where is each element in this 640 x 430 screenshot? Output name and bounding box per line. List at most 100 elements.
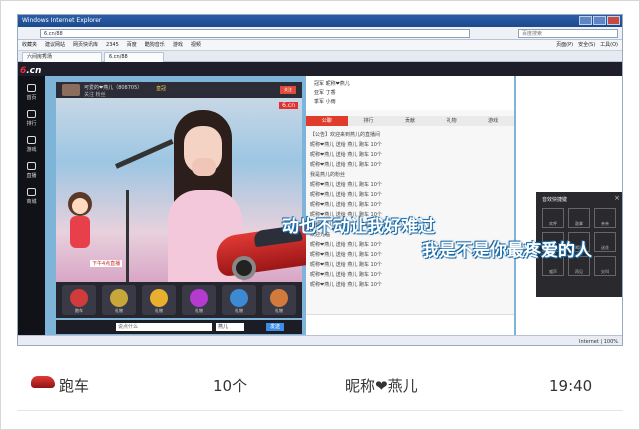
tab-rank[interactable]: 排行 — [348, 116, 390, 126]
record-item: 跑车 — [59, 377, 90, 395]
gift-item[interactable]: 礼物 — [142, 285, 176, 315]
rank-item[interactable]: 亚军 丁香 — [314, 89, 336, 97]
schedule-flag: 下午4点直播 — [90, 260, 123, 267]
follow-button[interactable]: 关注 — [280, 86, 296, 94]
effect-cell[interactable]: 鼓掌 — [568, 208, 590, 228]
chat-message: 昵称❤燕儿 送给 燕儿 跑车 10个 — [310, 262, 382, 268]
chat-message: 昵称❤燕儿 送给 燕儿 跑车 10个 — [310, 282, 382, 288]
record-nickname: 昵称❤燕儿 — [345, 377, 418, 395]
chat-message: 昵称❤燕儿 送给 燕儿 跑车 10个 — [310, 182, 382, 188]
web-page: 6.cn 首页 排行 游戏 直播 商城 可爱的❤燕儿（808705） 关注 粉丝… — [18, 62, 622, 345]
tab-contrib[interactable]: 贡献 — [389, 116, 431, 126]
gift-record-row: 跑车 10个 昵称❤燕儿 19:40 — [17, 366, 623, 406]
chat-message: 【公告】欢迎来到燕儿的直播间 — [310, 132, 381, 138]
chat-message: 昵称❤燕儿 送给 燕儿 跑车 10个 — [310, 192, 382, 198]
browser-screenshot: Windows Internet Explorer 6.cn/88 百度搜索 收… — [17, 14, 623, 346]
fav-item[interactable]: 2345 — [106, 40, 119, 50]
gift-icon — [110, 289, 128, 307]
nav-game[interactable]: 游戏 — [20, 134, 43, 156]
panel-title: 音效快捷键 — [542, 197, 568, 203]
chat-message: 昵称❤燕儿 送给 燕儿 跑车 10个 — [310, 142, 382, 148]
minimize-button[interactable] — [579, 16, 592, 25]
gift-item[interactable]: 礼物 — [222, 285, 256, 315]
fav-item[interactable]: 收藏夹 — [22, 40, 37, 50]
tab-2[interactable]: 6.cn/88 — [104, 52, 164, 62]
browser-statusbar: Internet | 100% — [18, 335, 622, 345]
gift-icon — [230, 289, 248, 307]
favorites-bar: 收藏夹 建议网站 网页快讯库 2345 百度 酷狗音乐 游戏 视频 页面(P) … — [18, 40, 622, 51]
safety-menu[interactable]: 安全(S) — [578, 40, 595, 50]
tab-1[interactable]: 六间房秀场 — [22, 52, 102, 62]
fav-item[interactable]: 游戏 — [173, 40, 183, 50]
shop-icon — [27, 188, 36, 196]
effect-cell[interactable]: 亲亲 — [594, 208, 616, 228]
gift-message-input[interactable]: 说点什么 — [116, 323, 212, 331]
game-icon — [27, 136, 36, 144]
record-count: 10个 — [213, 377, 248, 395]
record-time: 19:40 — [549, 377, 593, 395]
nav-home[interactable]: 首页 — [20, 82, 43, 104]
send-gift-button[interactable]: 发送 — [266, 323, 284, 331]
window-titlebar: Windows Internet Explorer — [18, 15, 622, 27]
window-title: Windows Internet Explorer — [22, 17, 102, 24]
tab-public[interactable]: 公聊 — [306, 116, 348, 126]
host-sub: 关注 粉丝 — [84, 92, 106, 98]
host-name: 可爱的❤燕儿（808705） — [84, 85, 143, 91]
site-logo[interactable]: 6.cn — [20, 66, 41, 76]
search-input[interactable]: 百度搜索 — [518, 29, 618, 38]
fav-item[interactable]: 酷狗音乐 — [145, 40, 165, 50]
address-bar-row: 6.cn/88 百度搜索 — [18, 27, 622, 40]
close-button[interactable] — [607, 16, 620, 25]
gift-bar: 跑车 礼物 礼物 礼物 礼物 礼物 — [56, 282, 302, 318]
chat-panel: 冠军 昵称❤燕儿 亚军 丁香 季军 小雨 公聊 排行 贡献 礼物 游戏 【公告】… — [306, 76, 514, 345]
fav-item[interactable]: 网页快讯库 — [73, 40, 98, 50]
maximize-button[interactable] — [593, 16, 606, 25]
chat-message: 昵称❤燕儿 送给 燕儿 跑车 10个 — [310, 202, 382, 208]
chat-message: 我是燕儿的粉丝 — [310, 172, 346, 178]
rank-list: 冠军 昵称❤燕儿 亚军 丁香 季军 小雨 — [306, 76, 514, 110]
sports-car-icon — [31, 376, 55, 388]
fav-item[interactable]: 建议网站 — [45, 40, 65, 50]
gift-icon — [190, 289, 208, 307]
tools-menu[interactable]: 工具(O) — [600, 40, 618, 50]
host-level: 皇冠 — [156, 86, 167, 92]
close-icon[interactable]: × — [614, 194, 620, 202]
gift-item[interactable]: 礼物 — [182, 285, 216, 315]
fav-item[interactable]: 视频 — [191, 40, 201, 50]
live-icon — [27, 162, 36, 170]
nav-rank[interactable]: 排行 — [20, 108, 43, 130]
rank-item[interactable]: 季军 小雨 — [314, 98, 336, 106]
gift-target-select[interactable]: 燕儿 — [216, 323, 244, 331]
fav-item[interactable]: 百度 — [127, 40, 137, 50]
effect-cell[interactable]: 欢呼 — [542, 208, 564, 228]
rank-item[interactable]: 冠军 昵称❤燕儿 — [314, 80, 350, 88]
address-input[interactable]: 6.cn/88 — [40, 29, 470, 38]
host-avatar[interactable] — [62, 84, 80, 96]
tab-gift[interactable]: 礼物 — [431, 116, 473, 126]
zone-text: Internet — [578, 339, 599, 345]
mic-stand — [126, 190, 129, 282]
send-gift-bar: 说点什么 燕儿 发送 — [56, 320, 302, 334]
nav-shop[interactable]: 商城 — [20, 186, 43, 208]
host-header: 可爱的❤燕儿（808705） 关注 粉丝 皇冠 关注 — [56, 82, 302, 98]
effect-cell[interactable]: 送花 — [594, 232, 616, 252]
gift-item[interactable]: 礼物 — [102, 285, 136, 315]
chat-message: 昵称❤燕儿 送给 燕儿 跑车 10个 — [310, 272, 382, 278]
row-divider — [17, 410, 623, 411]
gift-icon — [70, 289, 88, 307]
gift-item[interactable]: 跑车 — [62, 285, 96, 315]
effect-cell[interactable]: 尖叫 — [594, 256, 616, 276]
chat-message: 昵称❤燕儿 送给 燕儿 跑车 10个 — [310, 152, 382, 158]
site-left-nav: 首页 排行 游戏 直播 商城 — [18, 76, 45, 345]
nav-live[interactable]: 直播 — [20, 160, 43, 182]
lyric-line-1: 动也不动让我好难过 — [282, 217, 435, 237]
gift-item[interactable]: 礼物 — [262, 285, 296, 315]
site-topbar: 6.cn — [18, 62, 622, 76]
zoom-level[interactable]: 100% — [604, 339, 618, 345]
gift-icon — [270, 289, 288, 307]
lyric-line-2: 我是不是你最疼爱的人 — [422, 241, 592, 261]
page-menu[interactable]: 页面(P) — [556, 40, 573, 50]
gift-icon — [150, 289, 168, 307]
cartoon-sticker — [64, 192, 96, 252]
tab-game[interactable]: 游戏 — [472, 116, 514, 126]
